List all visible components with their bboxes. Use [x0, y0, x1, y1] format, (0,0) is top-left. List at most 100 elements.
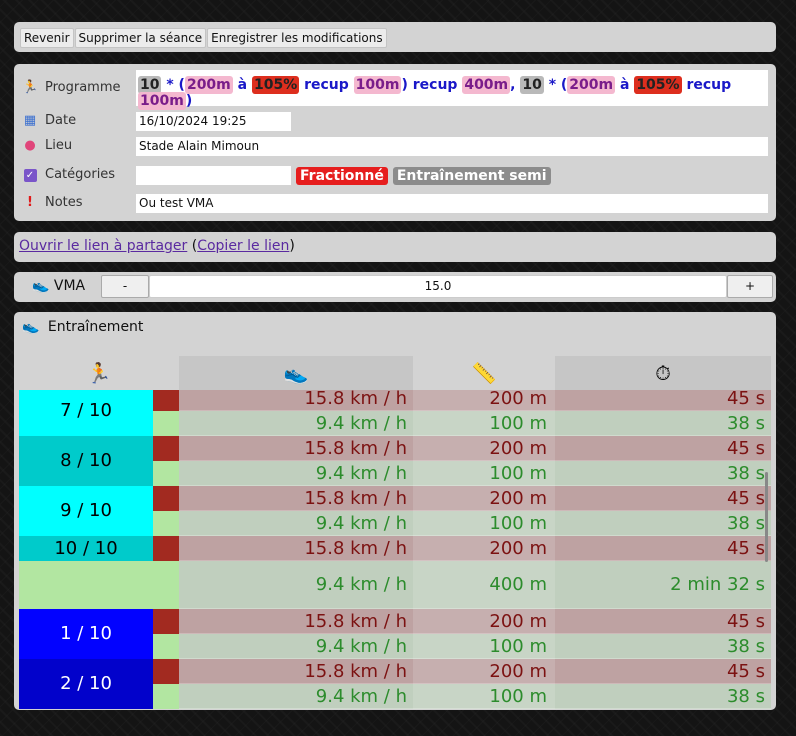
effort-speed: 9.4 km / h	[179, 461, 413, 486]
effort-swatch-slow	[153, 411, 179, 436]
program-token: recup	[299, 77, 354, 93]
rep-counter: 1 / 10	[19, 609, 153, 659]
category-input[interactable]	[136, 166, 291, 185]
effort-swatch-fast	[153, 486, 179, 511]
effort-dist: 100 m	[413, 684, 555, 709]
place-input[interactable]: Stade Alain Mimoun	[136, 137, 768, 156]
effort-swatch-slow	[153, 684, 179, 709]
program-token: 10	[520, 76, 544, 94]
program-token: 200m	[567, 76, 616, 94]
program-token: ) recup	[401, 77, 463, 93]
notes-input[interactable]: Ou test VMA	[136, 194, 768, 213]
effort-swatch-slow	[153, 634, 179, 659]
effort-dist: 100 m	[413, 411, 555, 436]
vma-increment-button[interactable]: +	[727, 275, 773, 298]
toolbar: Revenir Supprimer la séance Enregistrer le…	[14, 22, 776, 52]
place-label: Lieu	[45, 138, 73, 153]
checkbox-icon: ✓	[22, 167, 38, 182]
shoe-icon: 👟	[179, 356, 413, 390]
effort-dist: 200 m	[413, 536, 555, 561]
effort-swatch-slow	[153, 511, 179, 536]
pin-icon: ●	[24, 138, 36, 153]
program-token: )	[185, 93, 193, 109]
effort-dist: 400 m	[413, 561, 555, 609]
effort-dist: 100 m	[413, 461, 555, 486]
category-tag[interactable]: Fractionné	[296, 167, 388, 185]
open-share-link[interactable]: Ouvrir le lien à partager	[19, 238, 187, 254]
effort-time: 38 s	[555, 411, 771, 436]
effort-speed: 9.4 km / h	[179, 684, 413, 709]
scrollbar[interactable]	[765, 472, 768, 562]
program-token: 100m	[138, 92, 186, 110]
program-token: à	[232, 77, 252, 93]
effort-time: 38 s	[555, 684, 771, 709]
effort-swatch-slow	[153, 461, 179, 486]
effort-speed: 9.4 km / h	[179, 561, 413, 609]
category-tags: Fractionné Entraînement semi	[296, 165, 556, 185]
program-token: à	[615, 77, 635, 93]
effort-speed: 15.8 km / h	[179, 536, 413, 561]
date-input[interactable]: 16/10/2024 19:25	[136, 112, 291, 131]
effort-speed: 9.4 km / h	[179, 511, 413, 536]
effort-swatch-fast	[153, 390, 179, 411]
stopwatch-icon: ⏱	[555, 356, 771, 390]
program-token: ,	[510, 77, 521, 93]
effort-time: 38 s	[555, 461, 771, 486]
runner-icon: 🏃	[22, 80, 39, 95]
share-links: Ouvrir le lien à partager (Copier le lie…	[14, 232, 776, 262]
exclamation-icon: !	[27, 195, 33, 210]
program-token: 100m	[353, 76, 402, 94]
effort-dist: 200 m	[413, 486, 555, 511]
effort-dist: 200 m	[413, 436, 555, 461]
effort-speed: 15.8 km / h	[179, 659, 413, 684]
effort-swatch-fast	[153, 609, 179, 634]
program-label: Programme	[45, 80, 121, 95]
training-title: Entraînement	[47, 319, 144, 335]
category-tag[interactable]: Entraînement semi	[392, 167, 551, 185]
vma-value-input[interactable]: 15.0	[149, 275, 727, 298]
effort-swatch-fast	[153, 659, 179, 684]
vma-decrement-button[interactable]: -	[101, 275, 149, 298]
effort-speed: 9.4 km / h	[179, 634, 413, 659]
save-changes-button[interactable]: Enregistrer les modifications	[207, 28, 387, 48]
effort-dist: 200 m	[413, 390, 555, 411]
effort-time: 38 s	[555, 511, 771, 536]
effort-swatch-slow	[153, 561, 179, 609]
effort-dist: 100 m	[413, 634, 555, 659]
rep-counter: 10 / 10	[19, 536, 153, 561]
effort-speed: 15.8 km / h	[179, 390, 413, 411]
effort-time: 2 min 32 s	[555, 561, 771, 609]
effort-dist: 200 m	[413, 609, 555, 634]
effort-time: 45 s	[555, 536, 771, 561]
delete-session-button[interactable]: Supprimer la séance	[74, 28, 207, 48]
program-token: recup	[681, 77, 732, 93]
effort-time: 45 s	[555, 659, 771, 684]
effort-speed: 9.4 km / h	[179, 411, 413, 436]
rep-counter	[19, 561, 153, 609]
training-table: 7 / 10 15.8 km / h 200 m 45 s 9.4 km / h 100 …	[19, 390, 771, 710]
calendar-icon: ▦	[23, 113, 37, 128]
vma-stepper: 👟 VMA - 15.0 +	[14, 272, 776, 302]
program-token: 105%	[634, 76, 682, 94]
rep-counter: 7 / 10	[19, 390, 153, 436]
program-field[interactable]: 10 * (200m à 105% recup 100m) recup 400m…	[136, 70, 768, 110]
program-token: 200m	[184, 76, 233, 94]
session-form: 🏃 Programme 10 * (200m à 105% recup 100m)…	[14, 64, 776, 221]
copy-link[interactable]: Copier le lien	[197, 238, 289, 254]
categories-label: Catégories	[45, 167, 116, 182]
runner-icon: 🏃	[86, 361, 112, 385]
effort-speed: 15.8 km / h	[179, 486, 413, 511]
back-button[interactable]: Revenir	[20, 28, 74, 48]
program-token: * (	[543, 77, 568, 93]
effort-time: 45 s	[555, 609, 771, 634]
effort-time: 45 s	[555, 390, 771, 411]
vma-label: VMA	[53, 278, 86, 294]
training-panel: 👟 Entraînement 🏃 👟 📏 ⏱ 7 / 10 15.8 km / h…	[14, 312, 776, 710]
effort-swatch-fast	[153, 436, 179, 461]
effort-dist: 200 m	[413, 659, 555, 684]
rep-counter: 8 / 10	[19, 436, 153, 486]
program-token: 400m	[462, 76, 511, 94]
notes-label: Notes	[45, 195, 83, 210]
effort-dist: 100 m	[413, 511, 555, 536]
ruler-icon: 📏	[471, 361, 497, 385]
